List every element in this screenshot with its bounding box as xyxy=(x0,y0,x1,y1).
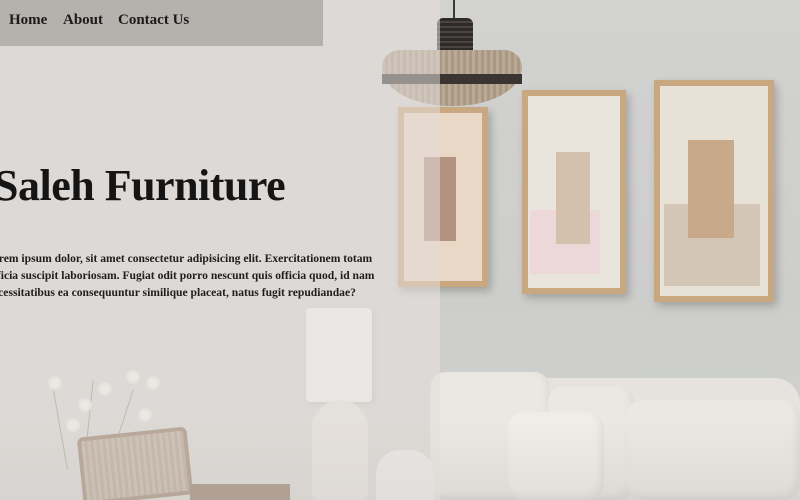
hero-description-line: orem ipsum dolor, sit amet consectetur a… xyxy=(0,252,373,265)
nav-link-about[interactable]: About xyxy=(63,12,103,29)
wall-art-frame-2 xyxy=(522,90,626,294)
hero-description-line: ecessitatibus ea consequuntur similique … xyxy=(0,286,356,299)
pendant-lamp-cap xyxy=(437,18,473,52)
nav-link-home[interactable]: Home xyxy=(9,12,47,29)
wall-art-frame-3 xyxy=(654,80,774,302)
nav-link-contact-us[interactable]: Contact Us xyxy=(118,12,189,29)
navbar: Home About Contact Us xyxy=(0,0,323,46)
hero-title: Saleh Furniture xyxy=(0,161,286,210)
hero-description-line: fficia suscipit laboriosam. Fugiat odit … xyxy=(0,269,375,282)
hero-description: orem ipsum dolor, sit amet consectetur a… xyxy=(0,250,375,301)
